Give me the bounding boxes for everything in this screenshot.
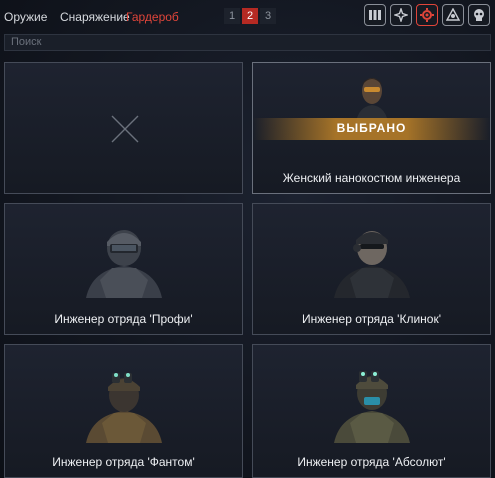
skin-card-female-nanosuit[interactable]: ВЫБРАНО Женский нанокостюм инженера (252, 62, 491, 194)
search-input[interactable]: Поиск (4, 34, 491, 51)
top-bar: Оружие Снаряжение Гардероб 1 2 3 (0, 0, 495, 30)
skin-card-fantom[interactable]: Инженер отряда 'Фантом' (4, 344, 243, 478)
skin-name: Инженер отряда 'Абсолют' (297, 455, 446, 469)
page-1[interactable]: 1 (224, 8, 240, 24)
skin-name: Инженер отряда 'Фантом' (52, 455, 195, 469)
search-placeholder: Поиск (11, 36, 42, 48)
close-icon (111, 115, 139, 143)
character-portrait (355, 78, 388, 123)
engineer-icon[interactable] (416, 4, 438, 26)
character-portrait (85, 373, 162, 443)
tab-weapons[interactable]: Оружие (4, 10, 47, 24)
character-portrait (85, 230, 162, 298)
skin-name: Инженер отряда 'Профи' (54, 312, 193, 326)
page-2[interactable]: 2 (242, 8, 258, 24)
medic-icon[interactable] (390, 4, 412, 26)
page-3[interactable]: 3 (260, 8, 276, 24)
skin-card-absolyut[interactable]: Инженер отряда 'Абсолют' (252, 344, 491, 478)
character-portrait (333, 371, 410, 443)
skin-card-profi[interactable]: Инженер отряда 'Профи' (4, 203, 243, 335)
ammo-icon[interactable] (364, 4, 386, 26)
character-portrait (333, 231, 410, 298)
sniper-icon[interactable] (442, 4, 464, 26)
selected-badge: ВЫБРАНО (336, 121, 407, 135)
skin-name: Инженер отряда 'Клинок' (301, 312, 442, 326)
tab-wardrobe[interactable]: Гардероб (126, 10, 179, 24)
skull-icon[interactable] (468, 4, 490, 26)
skin-card-klinok[interactable]: Инженер отряда 'Клинок' (252, 203, 491, 335)
skin-name: Женский нанокостюм инженера (282, 171, 461, 185)
empty-slot-card[interactable] (4, 62, 243, 194)
selected-banner: ВЫБРАНО (253, 118, 490, 140)
tab-equipment[interactable]: Снаряжение (60, 10, 130, 24)
